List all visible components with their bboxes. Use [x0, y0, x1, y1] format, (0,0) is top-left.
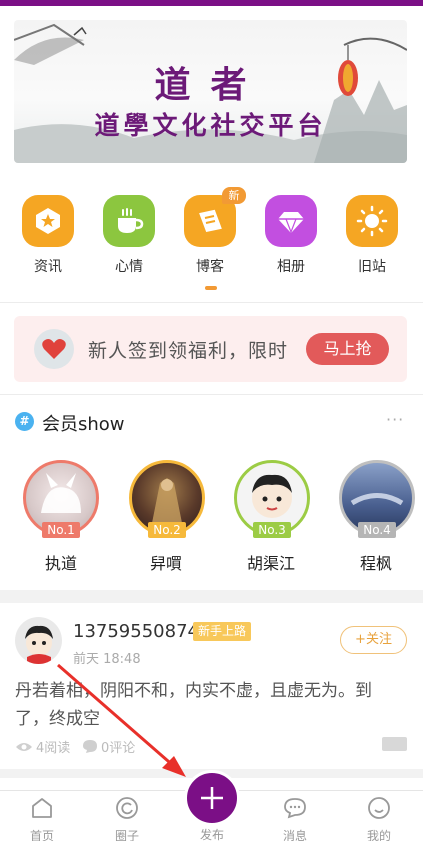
- user-level-tag: 新手上路: [193, 622, 252, 641]
- circle-icon: [116, 797, 138, 819]
- rank-badge: No.2: [148, 522, 186, 538]
- carousel-indicator: [205, 286, 217, 290]
- quick-nav-old-site[interactable]: [346, 195, 398, 247]
- follow-button[interactable]: +关注: [340, 626, 407, 654]
- user-avatar-image: [25, 625, 53, 664]
- quick-nav-album[interactable]: [265, 195, 317, 247]
- tab-messages[interactable]: 消息: [260, 791, 330, 841]
- quick-nav-old-site-label: 旧站: [358, 259, 386, 275]
- quick-nav-mood-label: 心情: [115, 259, 143, 275]
- rank-badge: No.1: [42, 522, 80, 538]
- member-name: 胡渠江: [246, 554, 295, 573]
- tab-messages-label: 消息: [282, 829, 307, 841]
- banner-title: 道者: [154, 64, 267, 106]
- member-name: 程枫: [359, 554, 392, 573]
- star-badge-icon: [36, 208, 60, 234]
- divider: [0, 302, 423, 303]
- divider: [0, 394, 423, 395]
- smile-icon: [368, 797, 390, 819]
- quick-nav-mood[interactable]: [103, 195, 155, 247]
- plus-icon: [201, 787, 223, 809]
- new-badge: 新: [222, 187, 246, 204]
- tab-home[interactable]: 首页: [7, 791, 77, 841]
- rank-badge: No.4: [358, 522, 396, 538]
- publish-button[interactable]: [184, 770, 240, 826]
- more-icon[interactable]: ···: [386, 410, 404, 429]
- tab-mine-label: 我的: [366, 829, 391, 841]
- home-icon: [32, 798, 52, 818]
- quick-nav-news[interactable]: [22, 195, 74, 247]
- heart-icon: [34, 329, 74, 369]
- post-time: 前天 18:48: [73, 652, 141, 667]
- share-icon[interactable]: [382, 737, 407, 751]
- diamond-icon: [278, 212, 304, 234]
- grab-now-button[interactable]: 马上抢: [306, 333, 389, 365]
- hero-banner[interactable]: 道者 道學文化社交平台: [14, 20, 407, 163]
- message-icon: [284, 798, 306, 819]
- quick-nav-blog-label: 博客: [196, 259, 224, 275]
- quick-nav-news-label: 资讯: [34, 259, 62, 275]
- comment-count[interactable]: 0评论: [82, 737, 135, 756]
- checkin-promo-banner[interactable]: 新人签到领福利，限时 马上抢: [14, 316, 407, 382]
- read-count: 4阅读: [15, 737, 70, 756]
- post-username[interactable]: 13759550874: [73, 621, 199, 642]
- tab-mine[interactable]: 我的: [344, 791, 414, 841]
- avatar[interactable]: [15, 617, 62, 664]
- member-name: 舁嘪: [149, 554, 182, 573]
- member-name: 执道: [44, 554, 77, 573]
- tab-circle-label: 圈子: [114, 829, 139, 841]
- promo-text: 新人签到领福利，限时: [88, 340, 289, 362]
- coffee-cup-icon: [118, 208, 144, 233]
- ticket-icon: [199, 209, 222, 233]
- hashtag-icon: #: [15, 412, 34, 431]
- rank-badge: No.3: [253, 522, 291, 538]
- eye-icon: [16, 742, 32, 751]
- tab-circle[interactable]: 圈子: [92, 791, 162, 841]
- banner-subtitle: 道學文化社交平台: [94, 111, 327, 140]
- tab-home-label: 首页: [29, 829, 54, 841]
- section-title: 会员show: [42, 414, 125, 435]
- read-count-label: 4阅读: [36, 741, 71, 756]
- quick-nav-album-label: 相册: [277, 259, 305, 275]
- post-content[interactable]: 丹若着相，阴阳不和，内实不虚，且虚无为。到了，终成空: [15, 677, 395, 733]
- comment-icon: [83, 740, 97, 753]
- sun-icon: [356, 205, 388, 237]
- comment-count-label: 0评论: [101, 741, 136, 756]
- tab-publish-label: 发布: [199, 828, 224, 841]
